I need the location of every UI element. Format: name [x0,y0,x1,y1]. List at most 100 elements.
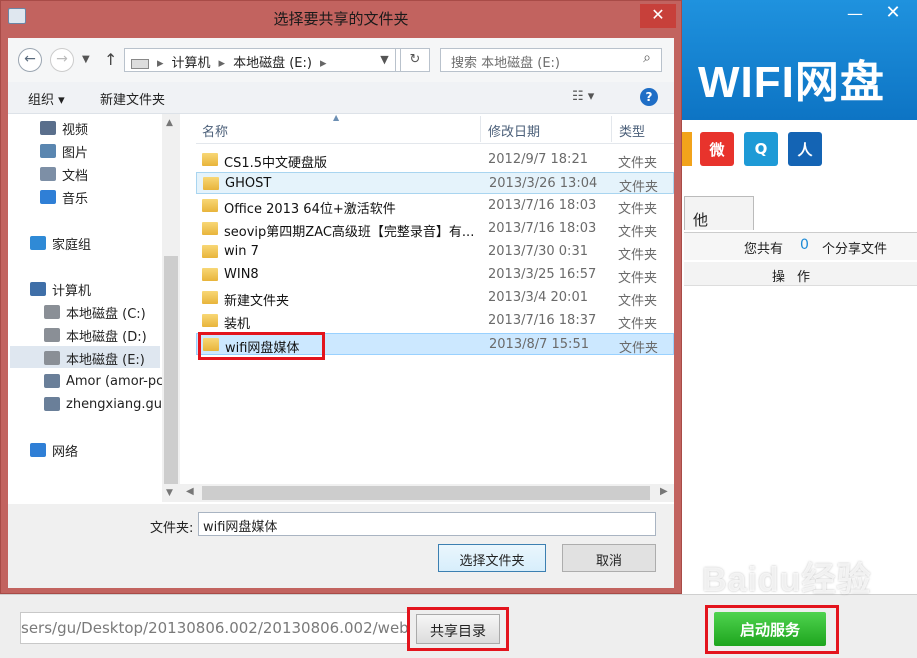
drive-icon [131,58,149,69]
file-date: 2013/7/16 18:03 [488,198,597,213]
file-type: 文件夹 [618,248,658,263]
sort-ascending-icon: ▲ [333,113,340,122]
folder-icon [202,199,218,212]
file-row[interactable]: seovip第四期ZAC高级班【完整录音】有... 2013/7/16 18:03… [196,218,674,240]
nav-item-user[interactable]: Amor (amor-pc [44,370,163,392]
file-row[interactable]: 新建文件夹 2013/3/4 20:01 文件夹 [196,287,674,309]
file-date: 2013/7/30 0:31 [488,244,588,259]
column-divider[interactable] [611,116,612,142]
file-row[interactable]: win 7 2013/7/30 0:31 文件夹 [196,241,674,263]
nav-scroll-thumb[interactable] [164,256,178,484]
share-path-field[interactable]: sers/gu/Desktop/20130806.002/20130806.00… [20,612,410,644]
nav-item-drive-d[interactable]: 本地磁盘 (D:) [44,324,147,346]
drive-e-icon [44,351,60,365]
address-separator: ▸ [319,56,327,71]
renren-icon[interactable]: 人 [788,132,822,166]
watermark: Baidu经验 [702,561,872,599]
minimize-button[interactable]: — [840,4,870,26]
column-name[interactable]: 名称 [202,121,228,140]
breadcrumb-drive-e[interactable]: 本地磁盘 (E:) [233,56,312,71]
column-date[interactable]: 修改日期 [488,121,540,140]
organize-menu[interactable]: 组织 ▾ [28,89,65,108]
cancel-button[interactable]: 取消 [562,544,656,572]
nav-item-network[interactable]: 网络 [30,439,78,461]
file-date: 2012/9/7 18:21 [488,152,588,167]
file-name: CS1.5中文硬盘版 [224,156,328,171]
up-button[interactable]: ↑ [104,50,117,69]
network-icon [30,443,46,457]
scroll-up-icon[interactable]: ▲ [166,118,173,128]
nav-item-label: 视频 [62,122,89,138]
drive-c-icon [44,305,60,319]
scroll-right-icon[interactable]: ▶ [660,486,668,497]
ops-header: 操作 [772,270,823,285]
nav-item-homegroup[interactable]: 家庭组 [30,232,91,254]
help-icon[interactable]: ? [640,88,658,106]
picture-icon [40,144,56,158]
file-date: 2013/8/7 15:51 [489,337,589,352]
breadcrumb-computer[interactable]: 计算机 [172,56,211,71]
refresh-button[interactable]: ↻ [400,48,430,72]
folder-label: 文件夹: [150,521,194,536]
select-folder-button[interactable]: 选择文件夹 [438,544,546,572]
app-logo: WIFI网盘 [698,58,885,107]
file-row[interactable]: 装机 2013/7/16 18:37 文件夹 [196,310,674,332]
new-folder-button[interactable]: 新建文件夹 [100,89,165,108]
file-type: 文件夹 [618,225,658,240]
horizontal-scroll-thumb[interactable] [202,486,650,500]
nav-item-document[interactable]: 文档 [40,163,88,185]
nav-item-picture[interactable]: 图片 [40,140,88,162]
address-dropdown-icon[interactable]: ▼ [374,48,396,72]
folder-name-input[interactable]: wifi网盘媒体 [198,512,656,536]
file-date: 2013/3/26 13:04 [489,176,598,191]
search-icon[interactable]: ⌕ [638,50,656,68]
file-row[interactable]: CS1.5中文硬盘版 2012/9/7 18:21 文件夹 [196,149,674,171]
file-row[interactable]: WIN8 2013/3/25 16:57 文件夹 [196,264,674,286]
scroll-down-icon[interactable]: ▼ [166,488,173,498]
drive-d-icon [44,328,60,342]
nav-item-video[interactable]: 视频 [40,117,88,139]
scroll-left-icon[interactable]: ◀ [186,486,194,497]
dialog-title: 选择要共享的文件夹 [273,10,409,28]
file-type: 文件夹 [618,317,658,332]
folder-icon [202,222,218,235]
highlight-box-share-dir [407,607,509,651]
qq-icon[interactable]: Q [744,132,778,166]
file-type: 文件夹 [618,271,658,286]
view-options-button[interactable]: ☷ ▾ [572,89,594,104]
search-input[interactable]: 搜索 本地磁盘 (E:) [440,48,662,72]
shared-label: 您共有 [744,242,784,257]
user-icon [44,397,60,411]
column-type[interactable]: 类型 [619,121,645,140]
folder-icon [202,153,218,166]
back-button[interactable]: ← [18,48,42,72]
nav-item-music[interactable]: 音乐 [40,186,88,208]
file-type: 文件夹 [618,156,658,171]
shared-suffix: 个分享文件 [822,242,888,257]
nav-item-user[interactable]: zhengxiang.gu [44,393,162,415]
file-name: seovip第四期ZAC高级班【完整录音】有... [224,225,475,240]
video-icon [40,121,56,135]
file-type: 文件夹 [619,341,659,356]
nav-item-label: 计算机 [52,283,92,299]
address-separator: ▸ [157,56,164,71]
app-close-button[interactable]: ✕ [878,2,908,26]
nav-item-label: 本地磁盘 (E:) [66,352,145,368]
tab-other[interactable]: 他 [684,196,754,230]
forward-button[interactable]: → [50,48,74,72]
file-row[interactable]: GHOST 2013/3/26 13:04 文件夹 [196,172,674,195]
dialog-close-button[interactable]: ✕ [640,4,676,28]
folder-icon [202,268,218,281]
document-icon [40,167,56,181]
column-divider[interactable] [480,116,481,142]
nav-item-computer[interactable]: 计算机 [30,278,91,300]
address-separator: ▸ [218,56,226,71]
recent-dropdown-icon[interactable]: ▼ [82,54,90,65]
file-row[interactable]: Office 2013 64位+激活软件 2013/7/16 18:03 文件夹 [196,195,674,217]
weibo-icon[interactable]: 微 [700,132,734,166]
nav-item-drive-e[interactable]: 本地磁盘 (E:) [44,347,145,369]
user-icon [44,374,60,388]
file-type: 文件夹 [618,202,658,217]
nav-item-label: 本地磁盘 (D:) [66,329,147,345]
nav-item-drive-c[interactable]: 本地磁盘 (C:) [44,301,146,323]
